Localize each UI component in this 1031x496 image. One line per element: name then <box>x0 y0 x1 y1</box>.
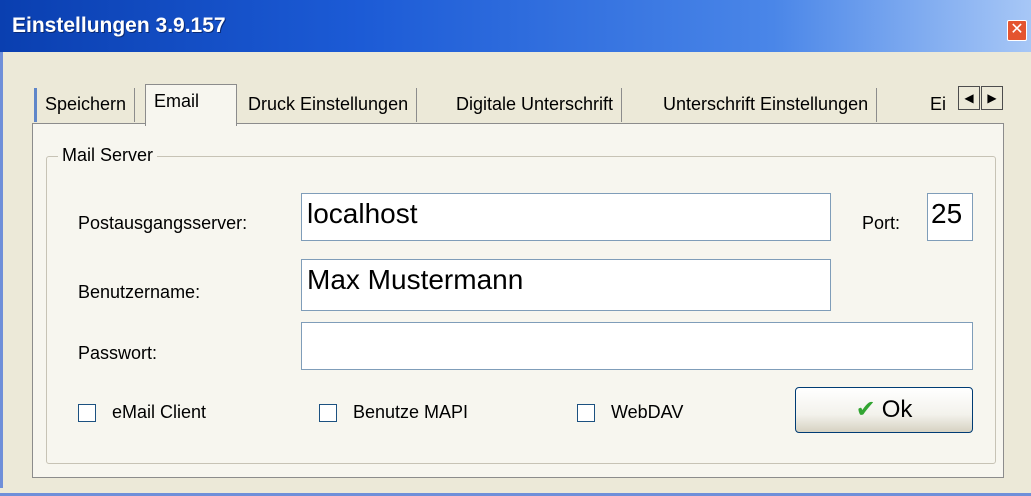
password-label: Passwort: <box>78 343 158 363</box>
tab-speichern[interactable]: Speichern <box>34 88 136 122</box>
arrow-right-icon: ▶ <box>987 91 997 105</box>
tab-scroll-right-button[interactable]: ▶ <box>981 86 1003 110</box>
username-input[interactable]: Max Mustermann <box>301 259 831 311</box>
email-client-label[interactable]: eMail Client <box>112 402 206 423</box>
tab-scroll-left-button[interactable]: ◀ <box>958 86 980 110</box>
window-border-bottom <box>0 488 1031 496</box>
tab-unterschrift-einstellungen[interactable]: Unterschrift Einstellungen <box>655 88 878 122</box>
webdav-label[interactable]: WebDAV <box>611 402 683 423</box>
mapi-checkbox[interactable] <box>319 404 337 422</box>
email-client-checkbox[interactable] <box>78 404 96 422</box>
password-input[interactable] <box>301 322 973 370</box>
tab-digitale-unterschrift[interactable]: Digitale Unterschrift <box>448 88 623 122</box>
close-icon: ✕ <box>1010 21 1024 38</box>
checkmark-icon: ✔ <box>855 396 876 423</box>
port-label: Port: <box>862 213 901 233</box>
tab-email[interactable]: Email <box>145 84 237 126</box>
mail-server-group-label: Mail Server <box>58 145 158 166</box>
outgoing-server-label: Postausgangsserver: <box>78 213 248 233</box>
port-input[interactable]: 25 <box>927 193 973 241</box>
mapi-label[interactable]: Benutze MAPI <box>353 402 468 423</box>
username-label: Benutzername: <box>78 282 201 302</box>
ok-button-label: Ok <box>881 396 913 423</box>
outgoing-server-input[interactable]: localhost <box>301 193 831 241</box>
tab-druck-einstellungen[interactable]: Druck Einstellungen <box>240 88 418 122</box>
arrow-left-icon: ◀ <box>964 91 974 105</box>
webdav-checkbox[interactable] <box>577 404 595 422</box>
settings-window: Einstellungen 3.9.157 ✕ Speichern Email … <box>0 0 1031 496</box>
window-title: Einstellungen 3.9.157 <box>12 14 226 37</box>
window-border-left <box>0 52 8 496</box>
title-bar[interactable]: Einstellungen 3.9.157 ✕ <box>0 0 1031 52</box>
close-button[interactable]: ✕ <box>1007 20 1027 41</box>
tab-ei[interactable]: Ei <box>922 88 958 122</box>
ok-button[interactable]: ✔ Ok <box>795 387 973 433</box>
